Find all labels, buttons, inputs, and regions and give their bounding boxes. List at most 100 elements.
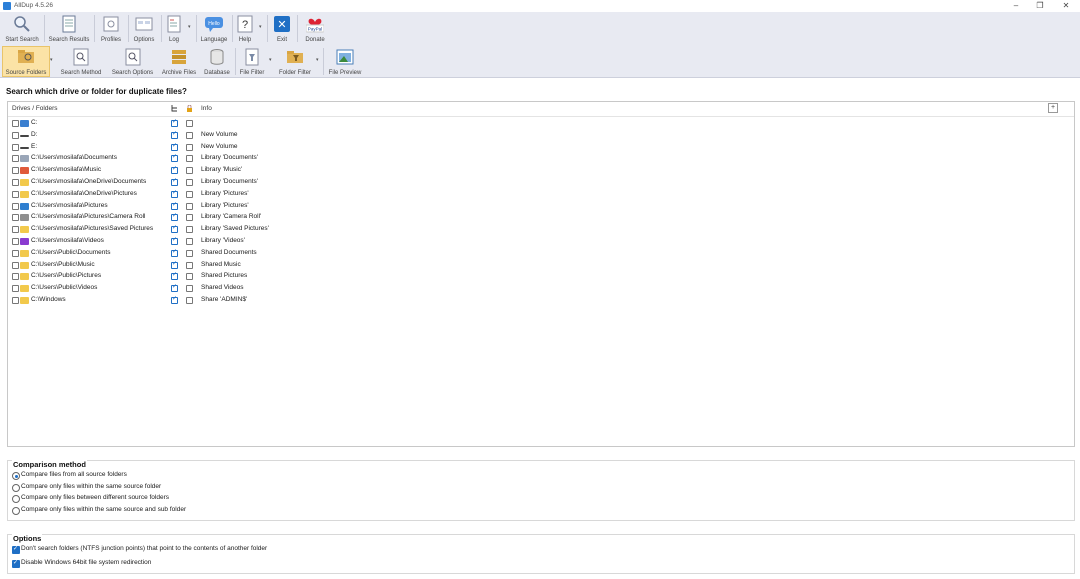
minimize-button[interactable]: –: [1006, 1, 1026, 11]
search-results-button[interactable]: Search Results: [46, 14, 92, 43]
include-subfolders-checkbox[interactable]: [171, 130, 178, 139]
folder-select-checkbox[interactable]: [12, 238, 19, 245]
folder-select-checkbox[interactable]: [12, 131, 19, 139]
close-window-button[interactable]: ✕: [1056, 1, 1076, 11]
include-subfolders-checkbox[interactable]: [171, 212, 178, 222]
folder-select-checkbox[interactable]: [12, 120, 19, 127]
folder-select-checkbox[interactable]: [12, 179, 19, 186]
folder-select-checkbox[interactable]: [12, 261, 19, 269]
include-subfolders-checkbox[interactable]: [171, 201, 178, 210]
list-item[interactable]: C:\Users\mosilafa\Videos Library 'Videos': [8, 235, 1074, 247]
comparison-option-label[interactable]: Compare only files within the same sourc…: [21, 506, 186, 513]
maximize-button[interactable]: ❐: [1030, 1, 1050, 11]
protect-folder-checkbox[interactable]: [186, 190, 193, 198]
log-dropdown-arrow-icon[interactable]: ▾: [188, 24, 191, 30]
include-subfolders-checkbox[interactable]: [171, 118, 178, 127]
folder-select-checkbox[interactable]: [12, 297, 19, 304]
comparison-radio[interactable]: [12, 495, 20, 504]
file-filter-button[interactable]: File Filter: [237, 47, 267, 76]
protect-folder-checkbox[interactable]: [186, 167, 193, 175]
list-item[interactable]: C:\Users\Public\Pictures Shared Pictures: [8, 270, 1074, 282]
folder-filter-button[interactable]: Folder Filter: [276, 47, 314, 76]
include-subfolders-checkbox[interactable]: [171, 236, 178, 245]
lock-column-icon[interactable]: [186, 105, 193, 112]
protect-folder-checkbox[interactable]: [186, 120, 193, 127]
folder-select-checkbox[interactable]: [12, 249, 19, 257]
list-item[interactable]: C:\Users\mosilafa\Documents Library 'Docu…: [8, 152, 1074, 164]
include-subfolders-checkbox[interactable]: [171, 248, 178, 257]
log-button[interactable]: Log: [163, 14, 185, 43]
folder-select-checkbox[interactable]: [12, 273, 19, 281]
list-item[interactable]: C:\Users\Public\Music Shared Music: [8, 259, 1074, 271]
comparison-option-label[interactable]: Compare only files within the same sourc…: [21, 483, 161, 490]
expand-columns-button[interactable]: +: [1048, 103, 1058, 113]
protect-folder-checkbox[interactable]: [186, 297, 193, 304]
source-folders-dropdown-arrow-icon[interactable]: ▾: [50, 57, 53, 63]
protect-folder-checkbox[interactable]: [186, 238, 193, 245]
folder-select-checkbox[interactable]: [12, 143, 19, 151]
option-checkbox[interactable]: [12, 559, 20, 568]
include-subfolders-checkbox[interactable]: [171, 271, 178, 281]
include-subfolders-checkbox[interactable]: [171, 153, 178, 163]
protect-folder-checkbox[interactable]: [186, 179, 193, 186]
protect-folder-checkbox[interactable]: [186, 131, 193, 139]
comparison-option-label[interactable]: Compare files from all source folders: [21, 471, 127, 478]
include-subfolders-checkbox[interactable]: [171, 177, 178, 186]
language-button[interactable]: Hello Language: [198, 14, 230, 43]
exit-button[interactable]: ✕ Exit: [271, 14, 293, 43]
database-button[interactable]: Database: [201, 47, 233, 76]
comparison-radio[interactable]: [12, 483, 20, 492]
list-item[interactable]: C:\Users\mosilafa\Music Library 'Music': [8, 164, 1074, 176]
list-item[interactable]: C:\Users\Public\Documents Shared Document…: [8, 247, 1074, 259]
list-item[interactable]: C:\Users\mosilafa\Pictures Library 'Pictu…: [8, 200, 1074, 212]
source-folders-button[interactable]: Source Folders: [2, 46, 50, 77]
drives-folders-column-header[interactable]: Drives / Folders: [12, 105, 58, 112]
folder-filter-dropdown-arrow-icon[interactable]: ▾: [316, 57, 319, 63]
list-item[interactable]: C:\Users\mosilafa\Pictures\Camera Roll Li…: [8, 211, 1074, 223]
folder-select-checkbox[interactable]: [12, 202, 19, 210]
protect-folder-checkbox[interactable]: [186, 226, 193, 234]
comparison-option-label[interactable]: Compare only files between different sou…: [21, 494, 169, 501]
list-item[interactable]: C:\Users\mosilafa\OneDrive\Pictures Libra…: [8, 188, 1074, 200]
list-item[interactable]: D: New Volume: [8, 129, 1074, 141]
include-subfolders-checkbox[interactable]: [171, 189, 178, 198]
options-button[interactable]: Options: [130, 14, 158, 43]
start-search-button[interactable]: Start Search: [2, 14, 42, 43]
list-item[interactable]: C:: [8, 117, 1074, 129]
protect-folder-checkbox[interactable]: [186, 202, 193, 210]
info-column-header[interactable]: Info: [201, 105, 212, 112]
protect-folder-checkbox[interactable]: [186, 214, 193, 222]
archive-files-button[interactable]: Archive Files: [159, 47, 199, 76]
list-item[interactable]: C:\Users\Public\Videos Shared Videos: [8, 282, 1074, 294]
option-label[interactable]: Disable Windows 64bit file system redire…: [21, 559, 151, 566]
include-subfolders-checkbox[interactable]: [171, 260, 178, 269]
include-subfolders-checkbox[interactable]: [171, 295, 178, 304]
folder-select-checkbox[interactable]: [12, 155, 19, 163]
folder-select-checkbox[interactable]: [12, 190, 19, 198]
folder-select-checkbox[interactable]: [12, 226, 19, 234]
comparison-radio[interactable]: [12, 506, 20, 515]
protect-folder-checkbox[interactable]: [186, 273, 193, 281]
help-button[interactable]: ? Help: [234, 14, 256, 43]
profiles-button[interactable]: Profiles: [97, 14, 125, 43]
protect-folder-checkbox[interactable]: [186, 143, 193, 151]
protect-folder-checkbox[interactable]: [186, 249, 193, 257]
folder-select-checkbox[interactable]: [12, 285, 19, 293]
help-dropdown-arrow-icon[interactable]: ▾: [259, 24, 262, 30]
search-method-button[interactable]: Search Method: [57, 47, 105, 76]
comparison-radio[interactable]: [12, 472, 20, 480]
folder-select-checkbox[interactable]: [12, 167, 19, 175]
list-item[interactable]: C:\Users\mosilafa\OneDrive\Documents Libr…: [8, 176, 1074, 188]
include-subfolders-checkbox[interactable]: [171, 224, 178, 234]
subfolders-column-icon[interactable]: [171, 105, 178, 112]
list-item[interactable]: E: New Volume: [8, 141, 1074, 153]
file-filter-dropdown-arrow-icon[interactable]: ▾: [269, 57, 272, 63]
option-label[interactable]: Don't search folders (NTFS junction poin…: [21, 545, 267, 552]
protect-folder-checkbox[interactable]: [186, 261, 193, 269]
option-checkbox[interactable]: [12, 545, 20, 554]
protect-folder-checkbox[interactable]: [186, 285, 193, 293]
folder-select-checkbox[interactable]: [12, 214, 19, 222]
search-options-button[interactable]: Search Options: [108, 47, 157, 76]
list-item[interactable]: C:\Windows Share 'ADMIN$': [8, 294, 1074, 306]
file-preview-button[interactable]: File Preview: [326, 47, 364, 76]
